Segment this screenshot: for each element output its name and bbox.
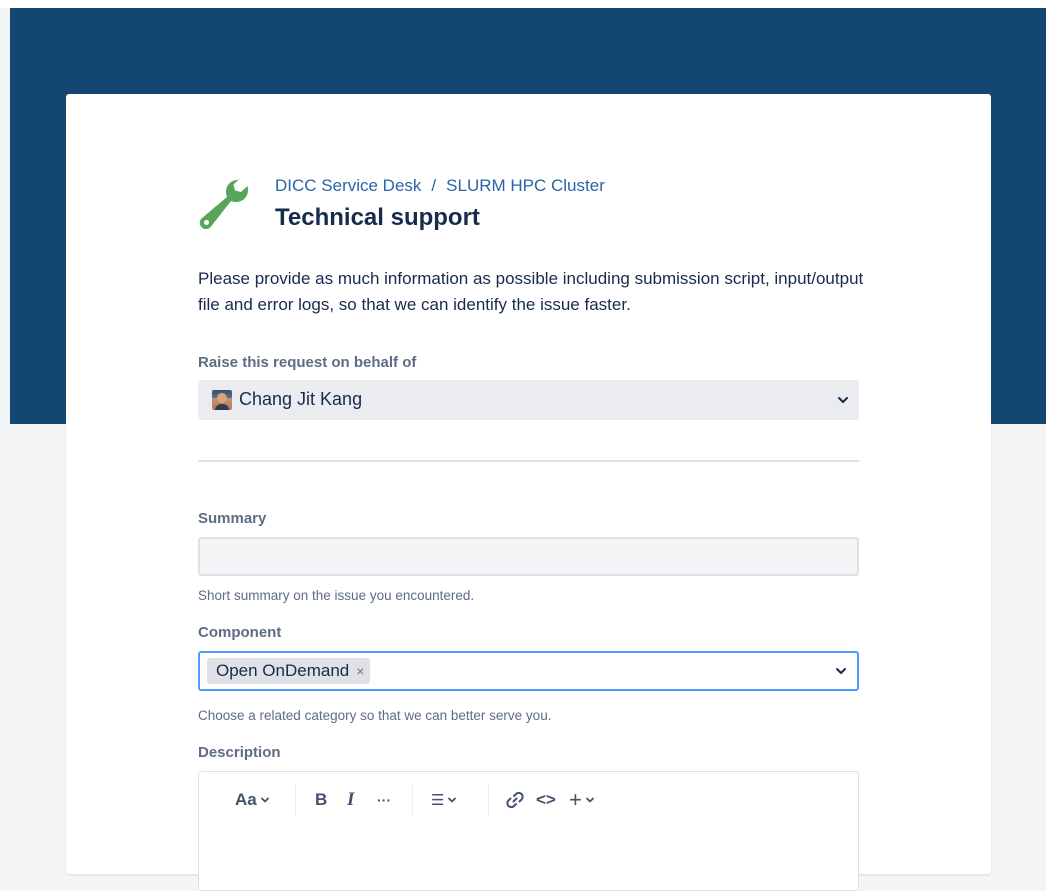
toolbar-divider: [412, 784, 413, 816]
breadcrumb: DICC Service Desk / SLURM HPC Cluster: [275, 176, 605, 196]
text-style-label: Aa: [235, 790, 257, 809]
behalf-value: Chang Jit Kang: [239, 389, 363, 409]
component-chip: Open OnDemand ×: [207, 658, 371, 684]
avatar: [212, 390, 232, 410]
bold-button[interactable]: B: [315, 788, 327, 812]
component-chip-label: Open OnDemand: [216, 661, 350, 680]
link-icon: [506, 791, 524, 809]
section-divider: [198, 460, 859, 462]
top-strip: [0, 0, 1046, 8]
chevron-down-icon: [448, 797, 457, 803]
toolbar-divider: [295, 784, 296, 816]
code-label: <>: [536, 790, 556, 809]
request-form-card: DICC Service Desk / SLURM HPC Cluster Tech…: [66, 94, 991, 891]
text-style-button[interactable]: Aa: [235, 788, 270, 812]
component-help-text: Choose a related category so that we can…: [198, 708, 552, 723]
italic-button[interactable]: I: [347, 788, 354, 812]
component-select[interactable]: Open OnDemand ×: [198, 651, 859, 691]
list-button[interactable]: ☰: [431, 788, 457, 812]
more-formatting-button[interactable]: ···: [377, 788, 391, 812]
editor-toolbar: Aa B I ··· ☰ <> +: [199, 772, 860, 828]
summary-label: Summary: [198, 510, 267, 527]
chevron-down-icon: [838, 397, 848, 403]
italic-label: I: [347, 789, 355, 810]
insert-button[interactable]: +: [569, 787, 595, 812]
list-icon: ☰: [431, 792, 445, 809]
chevron-down-icon: [585, 797, 594, 803]
chevron-down-icon: [836, 668, 846, 674]
intro-text: Please provide as much information as po…: [198, 269, 864, 314]
close-icon[interactable]: ×: [356, 663, 364, 679]
behalf-label: Raise this request on behalf of: [198, 354, 417, 371]
description-editor[interactable]: Aa B I ··· ☰ <> +: [198, 771, 859, 891]
breadcrumb-project-link[interactable]: SLURM HPC Cluster: [446, 176, 605, 195]
toolbar-divider: [488, 784, 489, 816]
summary-help-text: Short summary on the issue you encounter…: [198, 588, 475, 603]
wrench-icon: [199, 178, 248, 230]
bold-label: B: [315, 790, 328, 809]
component-label: Component: [198, 624, 282, 641]
code-button[interactable]: <>: [536, 788, 556, 812]
summary-input[interactable]: [198, 537, 859, 576]
breadcrumb-separator: /: [431, 176, 437, 195]
chevron-down-icon: [260, 797, 269, 803]
insert-label: +: [569, 787, 582, 812]
breadcrumb-portal-link[interactable]: DICC Service Desk: [275, 176, 421, 195]
request-header: DICC Service Desk / SLURM HPC Cluster Tech…: [198, 172, 859, 232]
link-button[interactable]: [505, 788, 525, 812]
page-title: Technical support: [275, 204, 480, 231]
more-label: ···: [377, 792, 391, 808]
behalf-select[interactable]: Chang Jit Kang: [198, 380, 859, 420]
description-label: Description: [198, 744, 281, 761]
